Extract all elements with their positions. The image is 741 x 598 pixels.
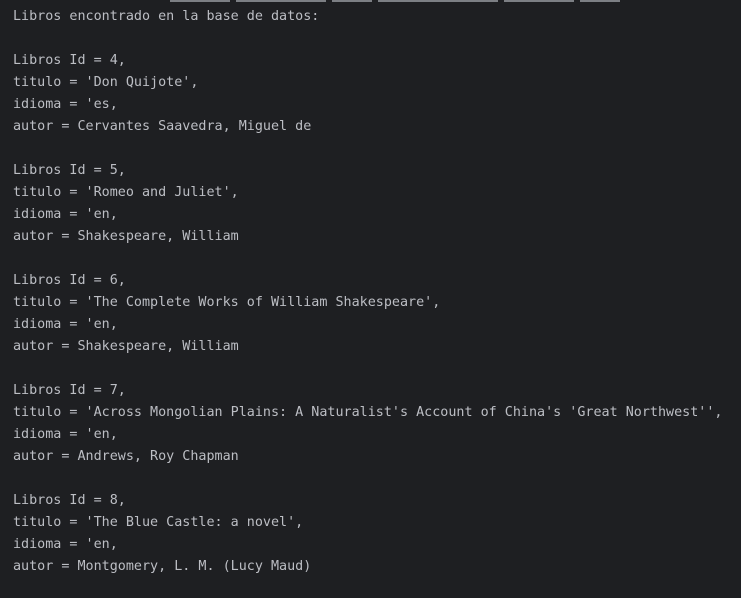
record-titulo-line: titulo = 'The Blue Castle: a novel', (13, 515, 304, 530)
record-autor-line: autor = Andrews, Roy Chapman (13, 449, 239, 464)
record-idioma-line: idioma = 'en, (13, 427, 118, 442)
record-id-line: Libros Id = 4, (13, 53, 126, 68)
record-id-line: Libros Id = 7, (13, 383, 126, 398)
console-output[interactable]: Libros encontrado en la base de datos: L… (0, 0, 741, 598)
record-id-line: Libros Id = 5, (13, 163, 126, 178)
record-titulo-line: titulo = 'The Complete Works of William … (13, 295, 441, 310)
record-id-line: Libros Id = 6, (13, 273, 126, 288)
console-header: Libros encontrado en la base de datos: (13, 9, 320, 24)
record-idioma-line: idioma = 'en, (13, 317, 118, 332)
record-titulo-line: titulo = 'Across Mongolian Plains: A Nat… (13, 405, 723, 420)
record-titulo-line: titulo = 'Romeo and Juliet', (13, 185, 239, 200)
record-titulo-line: titulo = 'Don Quijote', (13, 75, 199, 90)
record-autor-line: autor = Cervantes Saavedra, Miguel de (13, 119, 312, 134)
clipped-previous-line (0, 0, 741, 4)
record-autor-line: autor = Shakespeare, William (13, 339, 239, 354)
record-autor-line: autor = Montgomery, L. M. (Lucy Maud) (13, 559, 312, 574)
record-idioma-line: idioma = 'es, (13, 97, 118, 112)
record-idioma-line: idioma = 'en, (13, 537, 118, 552)
record-idioma-line: idioma = 'en, (13, 207, 118, 222)
record-id-line: Libros Id = 8, (13, 493, 126, 508)
record-autor-line: autor = Shakespeare, William (13, 229, 239, 244)
